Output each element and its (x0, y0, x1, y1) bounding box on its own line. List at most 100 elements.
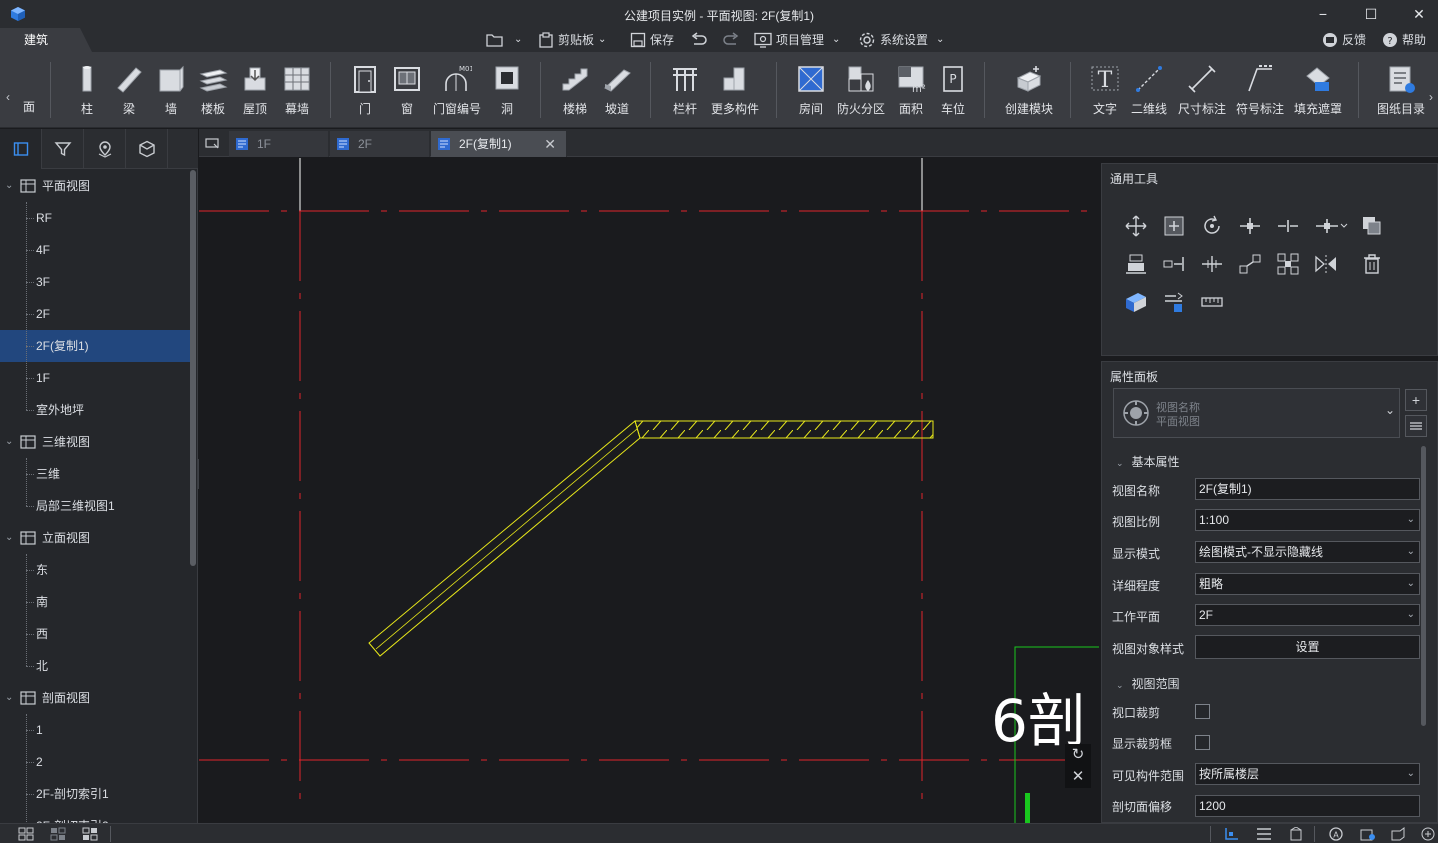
dimension-button[interactable]: 尺寸标注 (1176, 64, 1228, 120)
sheet-list-button[interactable]: 图纸目录 (1374, 64, 1428, 120)
ribbon-scroll-left-icon[interactable]: ‹ (6, 90, 10, 104)
tree-item[interactable]: 局部三维视图1 (0, 490, 190, 522)
axis-icon[interactable] (1224, 827, 1240, 841)
list-icon[interactable] (1256, 827, 1272, 841)
tree-group-elevation-views[interactable]: ⌄ 立面视图 (0, 522, 190, 554)
tree-item[interactable]: 2F(复制1) (0, 330, 190, 362)
rotate-icon[interactable] (1200, 214, 1224, 238)
tab-filter[interactable] (42, 129, 84, 169)
wall-button[interactable]: 墙 (154, 64, 188, 120)
beam-button[interactable]: 梁 (112, 64, 146, 120)
browser-scrollbar[interactable] (190, 170, 196, 566)
tab-views[interactable] (0, 129, 42, 169)
save-button[interactable]: 保存 (630, 28, 674, 52)
fire-zone-button[interactable]: 防火分区 (834, 64, 888, 120)
rotate-icon[interactable]: ↻ (1065, 744, 1091, 766)
maximize-button[interactable]: ☐ (1356, 4, 1386, 24)
work-plane-select[interactable]: 2F ⌄ (1195, 604, 1420, 626)
properties-scrollbar[interactable] (1421, 446, 1426, 726)
align-icon[interactable] (1124, 252, 1148, 276)
ribbon-scroll-right-icon[interactable]: › (1429, 90, 1433, 104)
tree-item[interactable]: 三维 (0, 458, 190, 490)
layout-cascade-icon[interactable] (82, 827, 98, 841)
display-mode-select[interactable]: 绘图模式-不显示隐藏线 ⌄ (1195, 541, 1420, 563)
add-type-button[interactable]: + (1405, 389, 1427, 411)
layout-tile-icon[interactable] (50, 827, 66, 841)
building-icon[interactable] (1288, 827, 1304, 841)
edit-type-button[interactable] (1405, 415, 1427, 437)
snap-icon[interactable]: A (1328, 827, 1344, 841)
view-scale-select[interactable]: 1:100 ⌄ (1195, 509, 1420, 531)
tree-item[interactable]: 3F (0, 266, 190, 298)
opening-button[interactable]: 洞 (490, 64, 524, 120)
close-button[interactable]: ✕ (1404, 4, 1434, 24)
door-button[interactable]: 门 (348, 64, 382, 120)
viewport-crop-checkbox[interactable] (1195, 704, 1210, 719)
chevron-down-icon[interactable]: ⌄ (5, 170, 13, 202)
type-selector[interactable]: 视图名称 平面视图 ⌄ (1113, 388, 1400, 438)
view-range-header[interactable]: ⌄ 视图范围 (1116, 675, 1180, 692)
tree-item[interactable]: 2F (0, 298, 190, 330)
tab-location[interactable] (84, 129, 126, 169)
view-name-field[interactable]: 2F(复制1) (1195, 478, 1420, 500)
detail-level-select[interactable]: 粗略 ⌄ (1195, 573, 1420, 595)
feedback-button[interactable]: 反馈 (1322, 28, 1366, 52)
tree-item[interactable]: 西 (0, 618, 190, 650)
chevron-down-icon[interactable]: ⌄ (5, 522, 13, 554)
tree-item[interactable]: 室外地坪 (0, 394, 190, 426)
tree-item[interactable]: RF (0, 202, 190, 234)
chevron-down-icon[interactable]: ⌄ (5, 682, 13, 714)
group-icon[interactable] (1276, 252, 1300, 276)
match-properties-icon[interactable] (1162, 290, 1186, 314)
area-button[interactable]: m² 面积 (894, 64, 928, 120)
tree-item[interactable]: 2F-剖切索引2 (0, 810, 190, 823)
room-button[interactable]: 房间 (794, 64, 828, 120)
scale-icon[interactable] (1238, 252, 1262, 276)
measure-icon[interactable] (1200, 290, 1224, 314)
close-icon[interactable]: ✕ (1065, 766, 1091, 788)
mirror-icon[interactable] (1314, 252, 1338, 276)
offset-icon[interactable] (1162, 252, 1186, 276)
roof-button[interactable]: 屋顶 (236, 64, 274, 120)
tree-group-plan-views[interactable]: ⌄ 平面视图 (0, 170, 190, 202)
minimize-button[interactable]: − (1308, 4, 1338, 24)
more-components-button[interactable]: 更多构件 (708, 64, 762, 120)
help-button[interactable]: ? 帮助 (1382, 28, 1426, 52)
tree-item[interactable]: 北 (0, 650, 190, 682)
symbol-tag-button[interactable]: 符号标注 (1234, 64, 1286, 120)
tab-architecture[interactable]: 建筑 (0, 28, 92, 52)
drawing-canvas[interactable]: 6剖 ↻ ✕ (199, 158, 1099, 823)
copy-icon[interactable] (1162, 214, 1186, 238)
stair-button[interactable]: 楼梯 (556, 64, 594, 120)
extend-icon[interactable] (1314, 214, 1348, 238)
line-2d-button[interactable]: 二维线 (1128, 64, 1170, 120)
redo-button[interactable] (722, 28, 740, 52)
trim-icon[interactable] (1276, 214, 1300, 238)
delete-icon[interactable] (1360, 252, 1384, 276)
tree-group-3d-views[interactable]: ⌄ 三维视图 (0, 426, 190, 458)
tree-item[interactable]: 4F (0, 234, 190, 266)
window-button[interactable]: 窗 (390, 64, 424, 120)
layer-icon[interactable] (1360, 827, 1376, 841)
create-module-button[interactable]: 创建模块 (1002, 64, 1056, 120)
section-marker[interactable] (1025, 793, 1030, 823)
show-crop-box-checkbox[interactable] (1195, 735, 1210, 750)
clipboard-menu[interactable]: 剪贴板 ⌄ (538, 28, 606, 52)
layout-grid-icon[interactable] (18, 827, 34, 841)
split-icon[interactable] (1238, 214, 1262, 238)
tree-item[interactable]: 南 (0, 586, 190, 618)
tab-list-icon[interactable] (205, 137, 219, 152)
cube-outline-icon[interactable] (1390, 827, 1406, 841)
project-management-menu[interactable]: 项目管理 ⌄ (754, 28, 840, 52)
ramp-button[interactable]: 坡道 (598, 64, 636, 120)
close-tab-icon[interactable]: ✕ (544, 131, 556, 157)
chevron-down-icon[interactable]: ⌄ (5, 426, 13, 458)
doc-tab-2f-copy1[interactable]: 2F(复制1) ✕ (431, 131, 567, 157)
fill-mask-button[interactable]: 填充遮罩 (1292, 64, 1344, 120)
tree-item[interactable]: 1F (0, 362, 190, 394)
parking-button[interactable]: P 车位 (936, 64, 970, 120)
undo-button[interactable] (690, 28, 708, 52)
system-settings-menu[interactable]: 系统设置 ⌄ (858, 28, 944, 52)
open-folder-menu[interactable]: ⌄ (486, 28, 522, 52)
stair-landing[interactable] (634, 420, 934, 439)
